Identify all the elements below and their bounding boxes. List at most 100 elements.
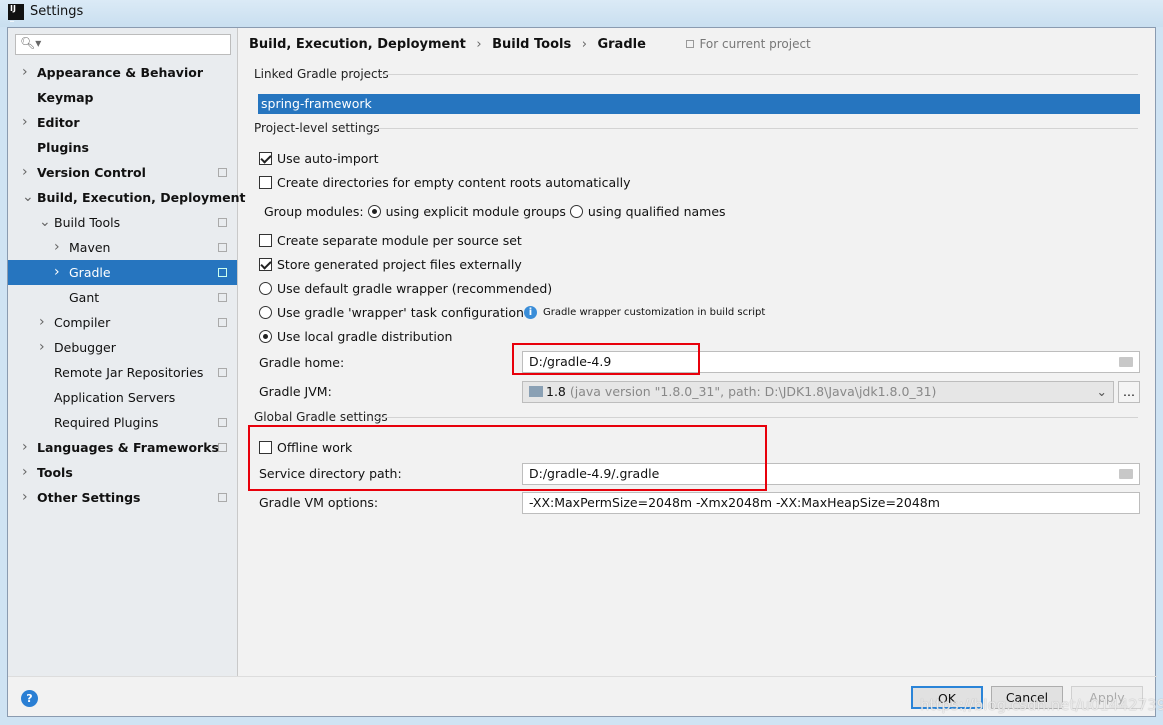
sidebar-item[interactable]: Plugins [8,135,237,160]
radio-label: using explicit module groups [385,204,566,219]
info-icon: i [524,306,537,319]
folder-icon[interactable] [1119,469,1133,479]
sidebar-item[interactable]: Remote Jar Repositories [8,360,237,385]
sidebar-item[interactable]: › Tools [8,460,237,485]
chevron-right-icon[interactable]: › [22,435,28,460]
radio-label: Use local gradle distribution [277,329,453,344]
chevron-right-icon[interactable]: › [22,110,28,135]
vm-options-input[interactable]: -XX:MaxPermSize=2048m -Xmx2048m -XX:MaxH… [522,492,1140,514]
checkbox-label: Create directories for empty content roo… [277,175,631,190]
sidebar-item-label: Languages & Frameworks [37,440,219,455]
project-scope-icon [218,368,227,377]
help-button[interactable]: ? [21,690,38,707]
radio-explicit-groups[interactable] [367,205,381,218]
sidebar-item[interactable]: Keymap [8,85,237,110]
radio[interactable] [259,282,272,295]
checkbox-label: Use auto-import [277,151,379,166]
sidebar-item[interactable]: Gant [8,285,237,310]
store-external-checkbox[interactable]: Store generated project files externally [259,257,522,272]
checkbox[interactable] [259,258,272,271]
window-title: Settings [30,4,84,19]
sidebar-item-label: Appearance & Behavior [37,65,203,80]
sidebar-item-label: Maven [69,240,111,255]
checkbox[interactable] [259,234,272,247]
folder-icon[interactable] [1119,357,1133,367]
jvm-version: 1.8 [546,384,566,399]
title-bar: IJ _ Settings [0,0,1163,27]
sidebar-item-label: Editor [37,115,80,130]
project-scope-icon [218,168,227,177]
linked-project-item[interactable]: spring-framework [258,94,1140,114]
chevron-right-icon[interactable]: › [22,485,28,510]
group-modules: Group modules: using explicit module gro… [264,204,726,219]
settings-window: 🔍︎▾ › Appearance & Behavior Keymap › Editor P… [7,27,1163,717]
project-scope-icon [218,293,227,302]
chevron-right-icon[interactable]: › [22,160,28,185]
sidebar-item-label: Required Plugins [54,415,159,430]
radio-wrapper-task[interactable]: Use gradle 'wrapper' task configuration [259,305,524,320]
gradle-jvm-select[interactable]: 1.8 (java version "1.8.0_31", path: D:\J… [522,381,1114,403]
separate-module-checkbox[interactable]: Create separate module per source set [259,233,522,248]
radio-default-wrapper[interactable]: Use default gradle wrapper (recommended) [259,281,552,296]
divider [8,676,1157,677]
breadcrumb-item[interactable]: Build Tools [492,37,571,52]
breadcrumb-item[interactable]: Build, Execution, Deployment [249,37,466,52]
highlight-box [248,425,767,491]
create-dirs-checkbox[interactable]: Create directories for empty content roo… [259,175,631,190]
auto-import-checkbox[interactable]: Use auto-import [259,151,378,166]
radio-qualified-names[interactable] [569,205,583,218]
jvm-browse-button[interactable]: ... [1118,381,1140,403]
sidebar-item[interactable]: › Debugger [8,335,237,360]
chevron-right-icon[interactable]: › [22,60,28,85]
sidebar-item-label: Build Tools [54,215,121,230]
sidebar-item[interactable]: › Maven [8,235,237,260]
sidebar-item-label: Gant [69,290,100,305]
watermark: https://blog.csdn.net/u014427391 [920,696,1163,714]
sidebar-item[interactable]: Application Servers [8,385,237,410]
chevron-right-icon[interactable]: › [54,235,60,260]
breadcrumb-item: Gradle [597,37,646,52]
checkbox[interactable] [259,176,272,189]
chevron-right-icon[interactable]: › [39,335,45,360]
radio-local-distribution[interactable]: Use local gradle distribution [259,329,452,344]
intellij-icon: IJ _ [8,4,24,22]
project-settings-title: Project-level settings [254,121,380,135]
checkbox[interactable] [259,152,272,165]
sidebar-item[interactable]: › Version Control [8,160,237,185]
checkbox-label: Create separate module per source set [277,233,522,248]
chevron-down-icon[interactable]: ⌄ [22,185,34,210]
sidebar-item-label: Remote Jar Repositories [54,365,204,380]
sidebar-item[interactable]: ⌄ Build Tools [8,210,237,235]
chevron-right-icon[interactable]: › [39,310,45,335]
sidebar-item[interactable]: Required Plugins [8,410,237,435]
divider [370,128,1138,129]
chevron-right-icon[interactable]: › [22,460,28,485]
radio-label: using qualified names [587,204,726,219]
checkbox-label: Store generated project files externally [277,257,522,272]
sidebar-item[interactable]: › Languages & Frameworks [8,435,237,460]
radio[interactable] [259,306,272,319]
global-settings-title: Global Gradle settings [254,410,388,424]
chevron-down-icon[interactable]: ⌄ [39,210,51,235]
project-scope-icon [218,243,227,252]
linked-projects-title: Linked Gradle projects [254,67,389,81]
group-modules-label: Group modules: [264,204,364,219]
chevron-right-icon[interactable]: › [54,260,60,285]
sidebar-item-label: Build, Execution, Deployment [37,190,246,205]
sidebar-item[interactable]: › Gradle [8,260,237,285]
search-input[interactable]: 🔍︎▾ [15,34,231,55]
project-scope-icon [218,218,227,227]
sidebar-item[interactable]: › Compiler [8,310,237,335]
sidebar-item-label: Version Control [37,165,146,180]
project-scope-icon [218,443,227,452]
radio-label: Use default gradle wrapper (recommended) [277,281,553,296]
info-text: Gradle wrapper customization in build sc… [543,307,766,318]
sidebar-item[interactable]: ⌄ Build, Execution, Deployment [8,185,245,210]
sidebar-item[interactable]: › Appearance & Behavior [8,60,237,85]
chevron-down-icon: ⌄ [1096,384,1107,399]
sidebar-item[interactable]: › Other Settings [8,485,237,510]
jdk-folder-icon [529,386,543,397]
sidebar-item-label: Other Settings [37,490,141,505]
sidebar-item[interactable]: › Editor [8,110,237,135]
radio[interactable] [259,330,272,343]
